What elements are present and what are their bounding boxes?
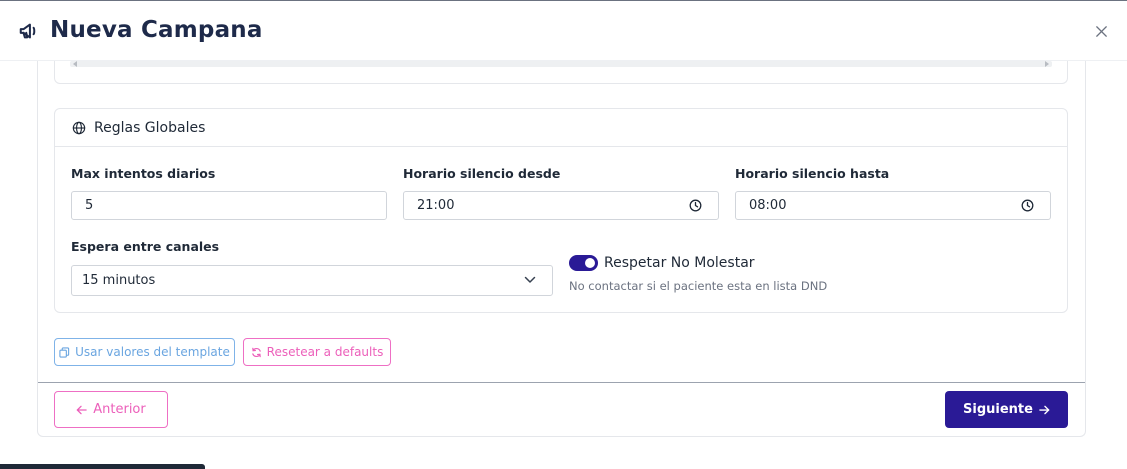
channel-wait-label: Espera entre canales (71, 239, 220, 254)
arrow-left-icon (76, 405, 87, 414)
reset-defaults-button[interactable]: Resetear a defaults (243, 338, 391, 366)
clock-icon[interactable] (689, 199, 702, 212)
toggle-knob (585, 258, 595, 268)
quiet-from-label: Horario silencio desde (403, 166, 561, 181)
scroll-right-icon[interactable] (1045, 61, 1049, 67)
taskbar-edge (0, 464, 205, 469)
global-rules-header: Reglas Globales (55, 109, 1067, 147)
modal-title: Nueva Campana (50, 17, 263, 43)
arrow-right-icon (1039, 405, 1050, 414)
next-label: Siguiente (963, 402, 1033, 417)
previous-label: Anterior (93, 402, 146, 417)
copy-icon (59, 346, 70, 358)
use-template-label: Usar valores del template (75, 345, 230, 359)
max-attempts-value: 5 (85, 198, 94, 213)
quiet-from-time-input[interactable]: 21:00 (403, 191, 719, 220)
reset-defaults-label: Resetear a defaults (266, 345, 384, 359)
globe-icon (72, 121, 86, 135)
close-icon[interactable] (1094, 24, 1109, 39)
megaphone-icon (19, 23, 36, 39)
dnd-help-text: No contactar si el paciente esta en list… (569, 279, 828, 293)
previous-button[interactable]: Anterior (54, 391, 168, 428)
quiet-to-value: 08:00 (749, 198, 787, 213)
quiet-from-value: 21:00 (417, 198, 455, 213)
refresh-icon (251, 347, 261, 357)
use-template-values-button[interactable]: Usar valores del template (54, 338, 235, 366)
global-rules-title: Reglas Globales (94, 120, 206, 136)
max-attempts-label: Max intentos diarios (71, 166, 216, 181)
horizontal-scrollbar[interactable] (70, 61, 1052, 67)
max-attempts-input[interactable]: 5 (71, 191, 387, 220)
footer-divider (38, 382, 1085, 383)
channel-wait-value: 15 minutos (82, 273, 156, 288)
clock-icon[interactable] (1021, 199, 1034, 212)
dnd-label: Respetar No Molestar (604, 255, 755, 271)
quiet-to-time-input[interactable]: 08:00 (735, 191, 1051, 220)
quiet-to-label: Horario silencio hasta (735, 166, 890, 181)
chevron-down-icon (524, 276, 536, 283)
next-button[interactable]: Siguiente (945, 391, 1068, 428)
modal-header: Nueva Campana (0, 1, 1127, 61)
dnd-toggle[interactable] (569, 255, 598, 271)
channel-wait-select[interactable]: 15 minutos (71, 265, 553, 296)
scroll-left-icon[interactable] (73, 61, 77, 67)
new-campaign-modal: Nueva Campana Reglas Globales Max intent… (0, 0, 1127, 469)
